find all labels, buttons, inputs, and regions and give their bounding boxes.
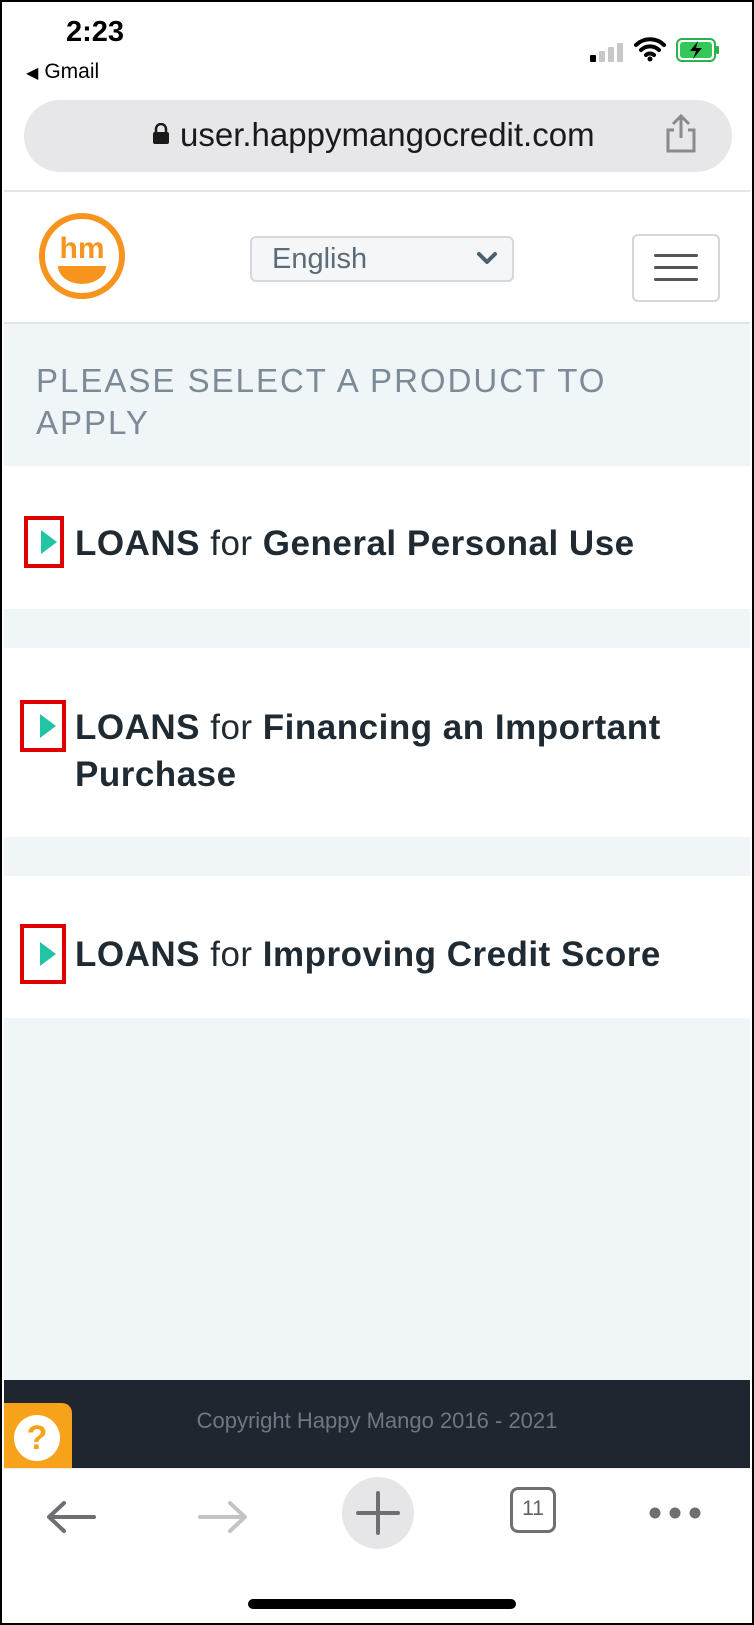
menu-bar-icon <box>654 254 698 257</box>
back-triangle-icon: ◀ <box>26 65 39 82</box>
play-arrow-icon <box>41 530 57 554</box>
language-select[interactable]: English <box>250 236 514 282</box>
wifi-icon <box>634 37 666 62</box>
happy-mango-logo[interactable]: hm <box>38 212 126 300</box>
battery-charging-icon <box>676 38 719 62</box>
language-value: English <box>272 243 368 275</box>
question-icon: ? <box>14 1415 60 1461</box>
chevron-down-icon <box>477 252 497 264</box>
product-label: LOANS for General Personal Use <box>75 524 635 563</box>
plus-icon <box>356 1491 400 1535</box>
site-header: hm English <box>4 192 750 324</box>
home-indicator[interactable] <box>248 1599 516 1609</box>
help-button[interactable]: ? <box>4 1403 72 1469</box>
url-text: user.happymangocredit.com <box>180 116 595 153</box>
back-arrow-icon[interactable] <box>44 1499 98 1535</box>
address-bar[interactable]: user.happymangocredit.com <box>24 100 732 172</box>
tab-count: 11 <box>522 1497 544 1520</box>
play-arrow-icon <box>40 714 56 738</box>
share-icon[interactable] <box>664 114 698 154</box>
site-footer: Copyright Happy Mango 2016 - 2021 <box>4 1380 750 1468</box>
highlight-box <box>24 516 64 568</box>
product-improving-credit-score[interactable]: LOANS for Improving Credit Score <box>4 876 750 1018</box>
play-arrow-icon <box>40 942 56 966</box>
more-options-icon[interactable] <box>648 1505 702 1521</box>
forward-arrow-icon[interactable] <box>196 1499 250 1535</box>
menu-bar-icon <box>654 266 698 269</box>
product-label: LOANS for Improving Credit Score <box>75 935 661 974</box>
status-time: 2:23 <box>66 16 125 48</box>
cellular-signal-icon <box>590 40 626 62</box>
highlight-box <box>20 924 66 984</box>
tab-switcher-button[interactable]: 11 <box>510 1487 556 1533</box>
browser-toolbar: 11 <box>4 1468 750 1619</box>
copyright-text: Copyright Happy Mango 2016 - 2021 <box>196 1408 558 1433</box>
svg-text:hm: hm <box>60 232 105 265</box>
product-general-personal-use[interactable]: LOANS for General Personal Use <box>4 466 750 609</box>
product-label: LOANS for Financing an Important Purchas… <box>75 708 661 794</box>
new-tab-button[interactable] <box>342 1477 414 1549</box>
product-financing-purchase[interactable]: LOANS for Financing an Important Purchas… <box>4 648 750 837</box>
page-heading: PLEASE SELECT A PRODUCT TO APPLY <box>36 362 607 441</box>
menu-button[interactable] <box>632 234 720 302</box>
main-content: PLEASE SELECT A PRODUCT TO APPLY LOANS f… <box>4 324 750 1380</box>
back-app-label: Gmail <box>44 60 100 83</box>
lock-icon <box>153 123 169 144</box>
menu-bar-icon <box>654 278 698 281</box>
highlight-box <box>20 700 66 752</box>
back-to-app-link[interactable]: ◀ Gmail <box>26 60 99 84</box>
